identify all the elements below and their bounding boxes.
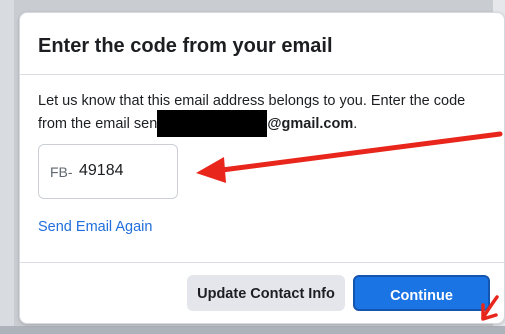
footer-divider bbox=[20, 262, 504, 263]
instructions-line-2: from the email sent t @gmail.com. bbox=[38, 110, 478, 137]
code-value: 49184 bbox=[79, 162, 124, 179]
email-domain: @gmail.com bbox=[267, 116, 354, 132]
send-email-again-link[interactable]: Send Email Again bbox=[38, 219, 152, 235]
continue-button[interactable]: Continue bbox=[353, 275, 490, 311]
update-contact-info-button[interactable]: Update Contact Info bbox=[187, 275, 345, 311]
instructions-line-1: Let us know that this email address belo… bbox=[38, 93, 466, 109]
instructions-text: Let us know that this email address belo… bbox=[38, 92, 478, 137]
redaction-box bbox=[157, 110, 268, 137]
instructions-line-2-suffix: . bbox=[353, 116, 358, 132]
dialog-title: Enter the code from your email bbox=[38, 35, 333, 57]
window-frame-left bbox=[0, 0, 14, 334]
code-prefix: FB- bbox=[50, 164, 73, 180]
confirmation-dialog: Enter the code from your email Let us kn… bbox=[19, 12, 505, 324]
window-frame-bottom bbox=[0, 326, 505, 334]
code-input[interactable]: FB- 49184 bbox=[38, 144, 178, 199]
header-divider bbox=[20, 74, 504, 75]
instructions-line-2-prefix: from the email sent t bbox=[38, 116, 170, 132]
